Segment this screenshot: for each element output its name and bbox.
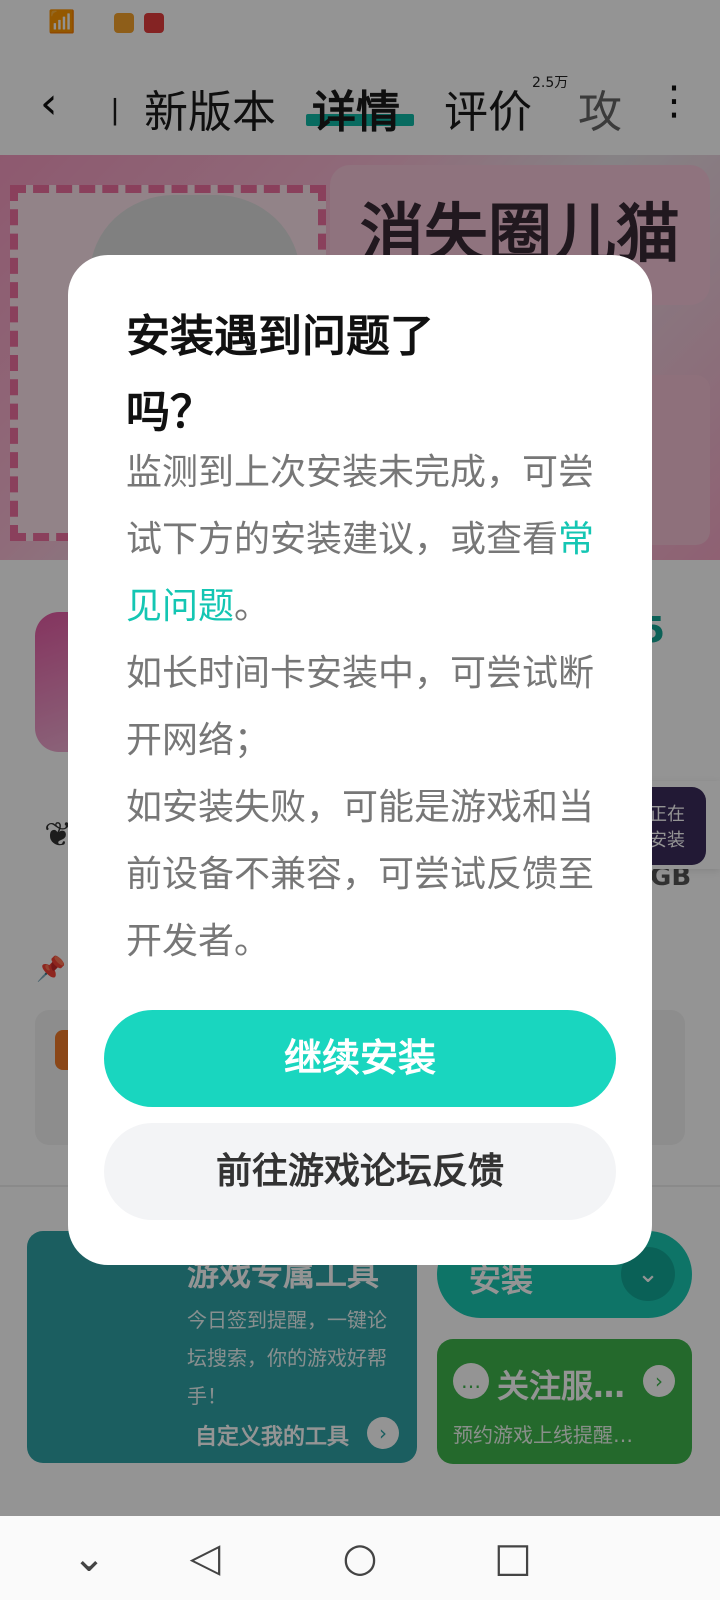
- forum-feedback-button[interactable]: 前往游戏论坛反馈: [104, 1123, 616, 1220]
- dialog-paragraph-2: 如长时间卡安装中，可尝试断开网络；: [126, 653, 595, 761]
- dialog-paragraph-1: 监测到上次安装未完成，可尝试下方的安装建议，或查看常见问题。: [126, 439, 606, 640]
- install-problem-dialog: 安装遇到问题了吗？ 监测到上次安装未完成，可尝试下方的安装建议，或查看常见问题。…: [68, 255, 652, 1265]
- dialog-text-prefix: 监测到上次安装未完成，可尝试下方的安装建议，或查看: [126, 452, 595, 560]
- continue-install-button[interactable]: 继续安装: [104, 1010, 616, 1107]
- recents-square-icon[interactable]: □: [488, 1534, 538, 1584]
- back-triangle-icon[interactable]: ◁: [180, 1534, 230, 1584]
- home-circle-icon[interactable]: ○: [335, 1534, 385, 1584]
- dialog-body: 监测到上次安装未完成，可尝试下方的安装建议，或查看常见问题。 如长时间卡安装中，…: [126, 439, 606, 975]
- dialog-text-suffix: 。: [234, 586, 271, 627]
- system-nav-bar: ⌄ ◁ ○ □: [0, 1516, 720, 1600]
- dialog-title: 安装遇到问题了吗？: [126, 311, 434, 438]
- collapse-icon[interactable]: ⌄: [64, 1534, 114, 1584]
- dialog-paragraph-3: 如安装失败，可能是游戏和当前设备不兼容，可尝试反馈至开发者。: [126, 787, 595, 962]
